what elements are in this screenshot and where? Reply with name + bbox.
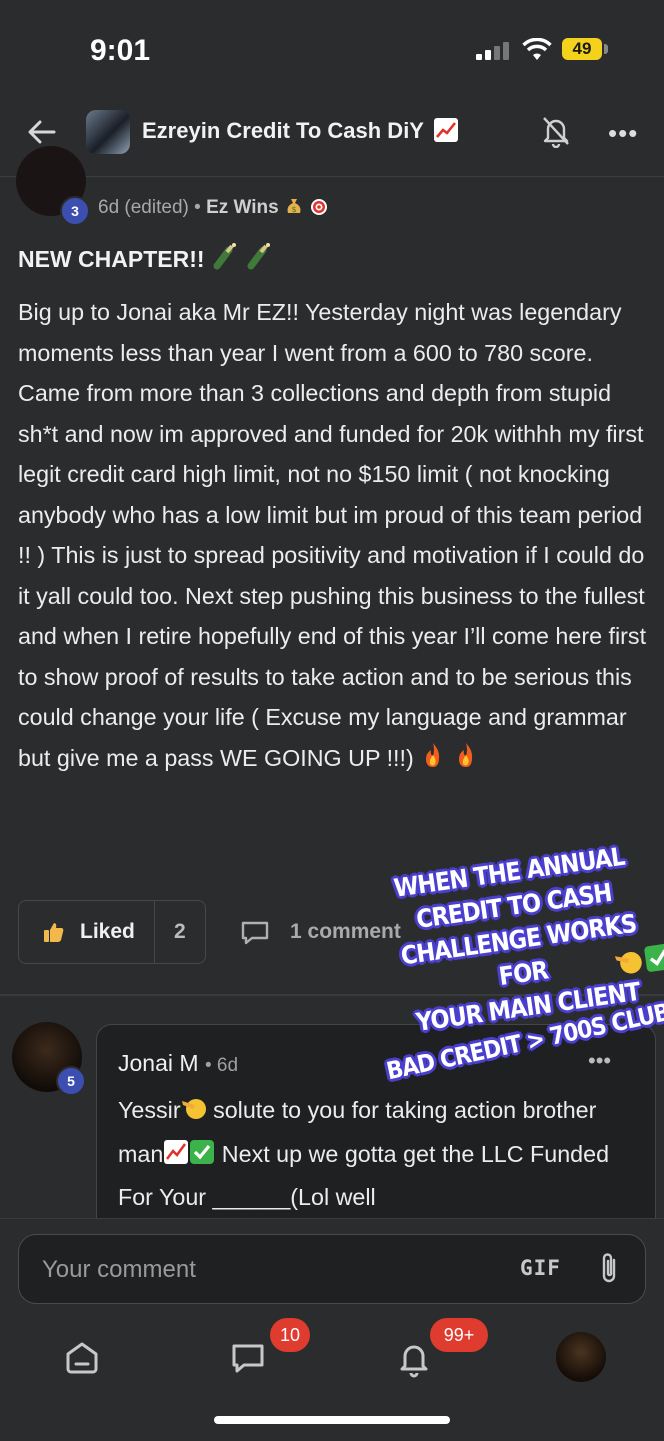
- home-indicator[interactable]: [214, 1416, 450, 1424]
- more-options-icon[interactable]: •••: [608, 118, 640, 148]
- like-count[interactable]: 2: [174, 920, 186, 944]
- back-arrow-icon[interactable]: [26, 116, 58, 148]
- overlay-caption-text: WHEN THE ANNUAL CREDIT TO CASH CHALLENGE…: [391, 841, 642, 1037]
- notifications-icon[interactable]: [394, 1338, 434, 1378]
- post-title: NEW CHAPTER!!: [18, 242, 273, 276]
- post-body: Big up to Jonai aka Mr EZ!! Yesterday ni…: [18, 292, 653, 781]
- check-mark-icon: [189, 1137, 215, 1178]
- comment-icon[interactable]: [240, 920, 270, 946]
- signal-icon: [476, 42, 510, 60]
- status-time: 9:01: [90, 34, 151, 67]
- comment-input[interactable]: [40, 1252, 464, 1288]
- champagne-icon: [211, 242, 239, 276]
- chat-icon[interactable]: [228, 1338, 268, 1378]
- wifi-icon: [522, 38, 552, 60]
- liked-label[interactable]: Liked: [80, 920, 135, 944]
- chart-increasing-icon-2: [163, 1137, 189, 1178]
- group-title[interactable]: Ezreyin Credit To Cash DiY: [142, 118, 458, 144]
- fire-icon: [420, 741, 446, 782]
- fire-icon-2: [453, 741, 479, 782]
- check-mark-icon-2: [643, 942, 664, 983]
- saluting-face-icon-2: [613, 946, 646, 987]
- commenter-name[interactable]: Jonai M: [118, 1050, 199, 1076]
- gif-button[interactable]: GIF: [520, 1256, 561, 1280]
- comment-time: 6d: [216, 1055, 239, 1076]
- commenter-level-badge: 5: [56, 1066, 86, 1096]
- post-body-text: Big up to Jonai aka Mr EZ!! Yesterday ni…: [18, 299, 647, 771]
- group-avatar[interactable]: [86, 110, 130, 154]
- battery-indicator: 49: [562, 38, 602, 60]
- battery-tip: [604, 44, 608, 54]
- post-title-text: NEW CHAPTER!!: [18, 246, 205, 272]
- svg-text:$: $: [291, 205, 296, 214]
- header-divider: [0, 176, 664, 177]
- comment-text: Yessir solute to you for taking action b…: [118, 1090, 638, 1218]
- attachment-icon[interactable]: [596, 1250, 622, 1286]
- home-icon[interactable]: [62, 1338, 102, 1378]
- direct-hit-icon: [309, 196, 329, 222]
- chart-increasing-icon: [433, 118, 458, 142]
- commenter-name-row: Jonai M • 6d: [118, 1050, 239, 1076]
- chat-badge: 10: [270, 1318, 311, 1352]
- comment-text-1: Yessir: [118, 1097, 181, 1123]
- post-time: 6d (edited): [98, 197, 189, 218]
- group-title-text: Ezreyin Credit To Cash DiY: [142, 118, 424, 143]
- champagne-icon-2: [245, 242, 273, 276]
- notifications-badge: 99+: [430, 1318, 488, 1352]
- money-bag-icon: $: [284, 196, 304, 222]
- profile-avatar[interactable]: [556, 1332, 606, 1382]
- saluting-face-icon: [181, 1093, 207, 1134]
- notifications-off-icon[interactable]: [540, 114, 572, 148]
- post-category[interactable]: Ez Wins: [206, 197, 279, 218]
- author-level-badge: 3: [60, 196, 90, 226]
- thumbs-up-icon: [44, 923, 64, 942]
- post-meta: 6d (edited) • Ez Wins $: [98, 196, 329, 222]
- comment-more-icon[interactable]: •••: [588, 1048, 611, 1074]
- like-button-divider: [154, 901, 155, 963]
